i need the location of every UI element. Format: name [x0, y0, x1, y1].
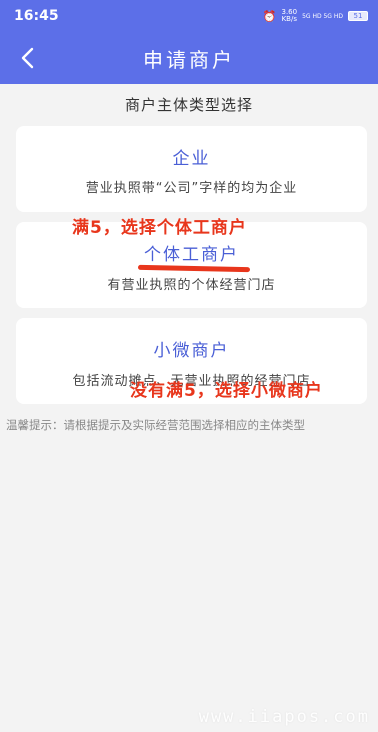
- card-title: 小微商户: [153, 341, 230, 361]
- card-title: 企业: [172, 149, 211, 169]
- network-speed-unit: KB/s: [281, 15, 297, 23]
- status-icons: ⏰ 3.60 KB/s 5G HD 5G HD 51: [263, 9, 368, 23]
- merchant-type-card-enterprise[interactable]: 企业 营业执照带“公司”字样的均为企业: [16, 126, 367, 212]
- watermark: www.iiapos.com: [198, 707, 370, 727]
- alarm-icon: ⏰: [262, 9, 277, 23]
- card-description: 有营业执照的个体经营门店: [107, 278, 276, 293]
- section-title: 商户主体类型选择: [124, 96, 253, 114]
- nav-bar: 申请商户: [0, 32, 378, 84]
- tip-text: 温馨提示：请根据提示及实际经营范围选择相应的主体类型: [6, 418, 305, 432]
- annotation-individual: 满5，选择个体工商户: [72, 218, 247, 238]
- card-description: 营业执照带“公司”字样的均为企业: [85, 181, 298, 196]
- card-title: 个体工商户: [144, 245, 239, 265]
- signal-icon: 5G HD 5G HD: [302, 12, 343, 20]
- status-bar: 16:45 ⏰ 3.60 KB/s 5G HD 5G HD 51: [0, 0, 378, 32]
- annotation-micro: 没有满5，选择小微商户: [130, 381, 323, 401]
- network-speed: 3.60 KB/s: [281, 9, 297, 23]
- status-time: 16:45: [14, 8, 59, 24]
- page-title: 申请商户: [143, 48, 235, 72]
- battery-icon: 51: [348, 11, 368, 21]
